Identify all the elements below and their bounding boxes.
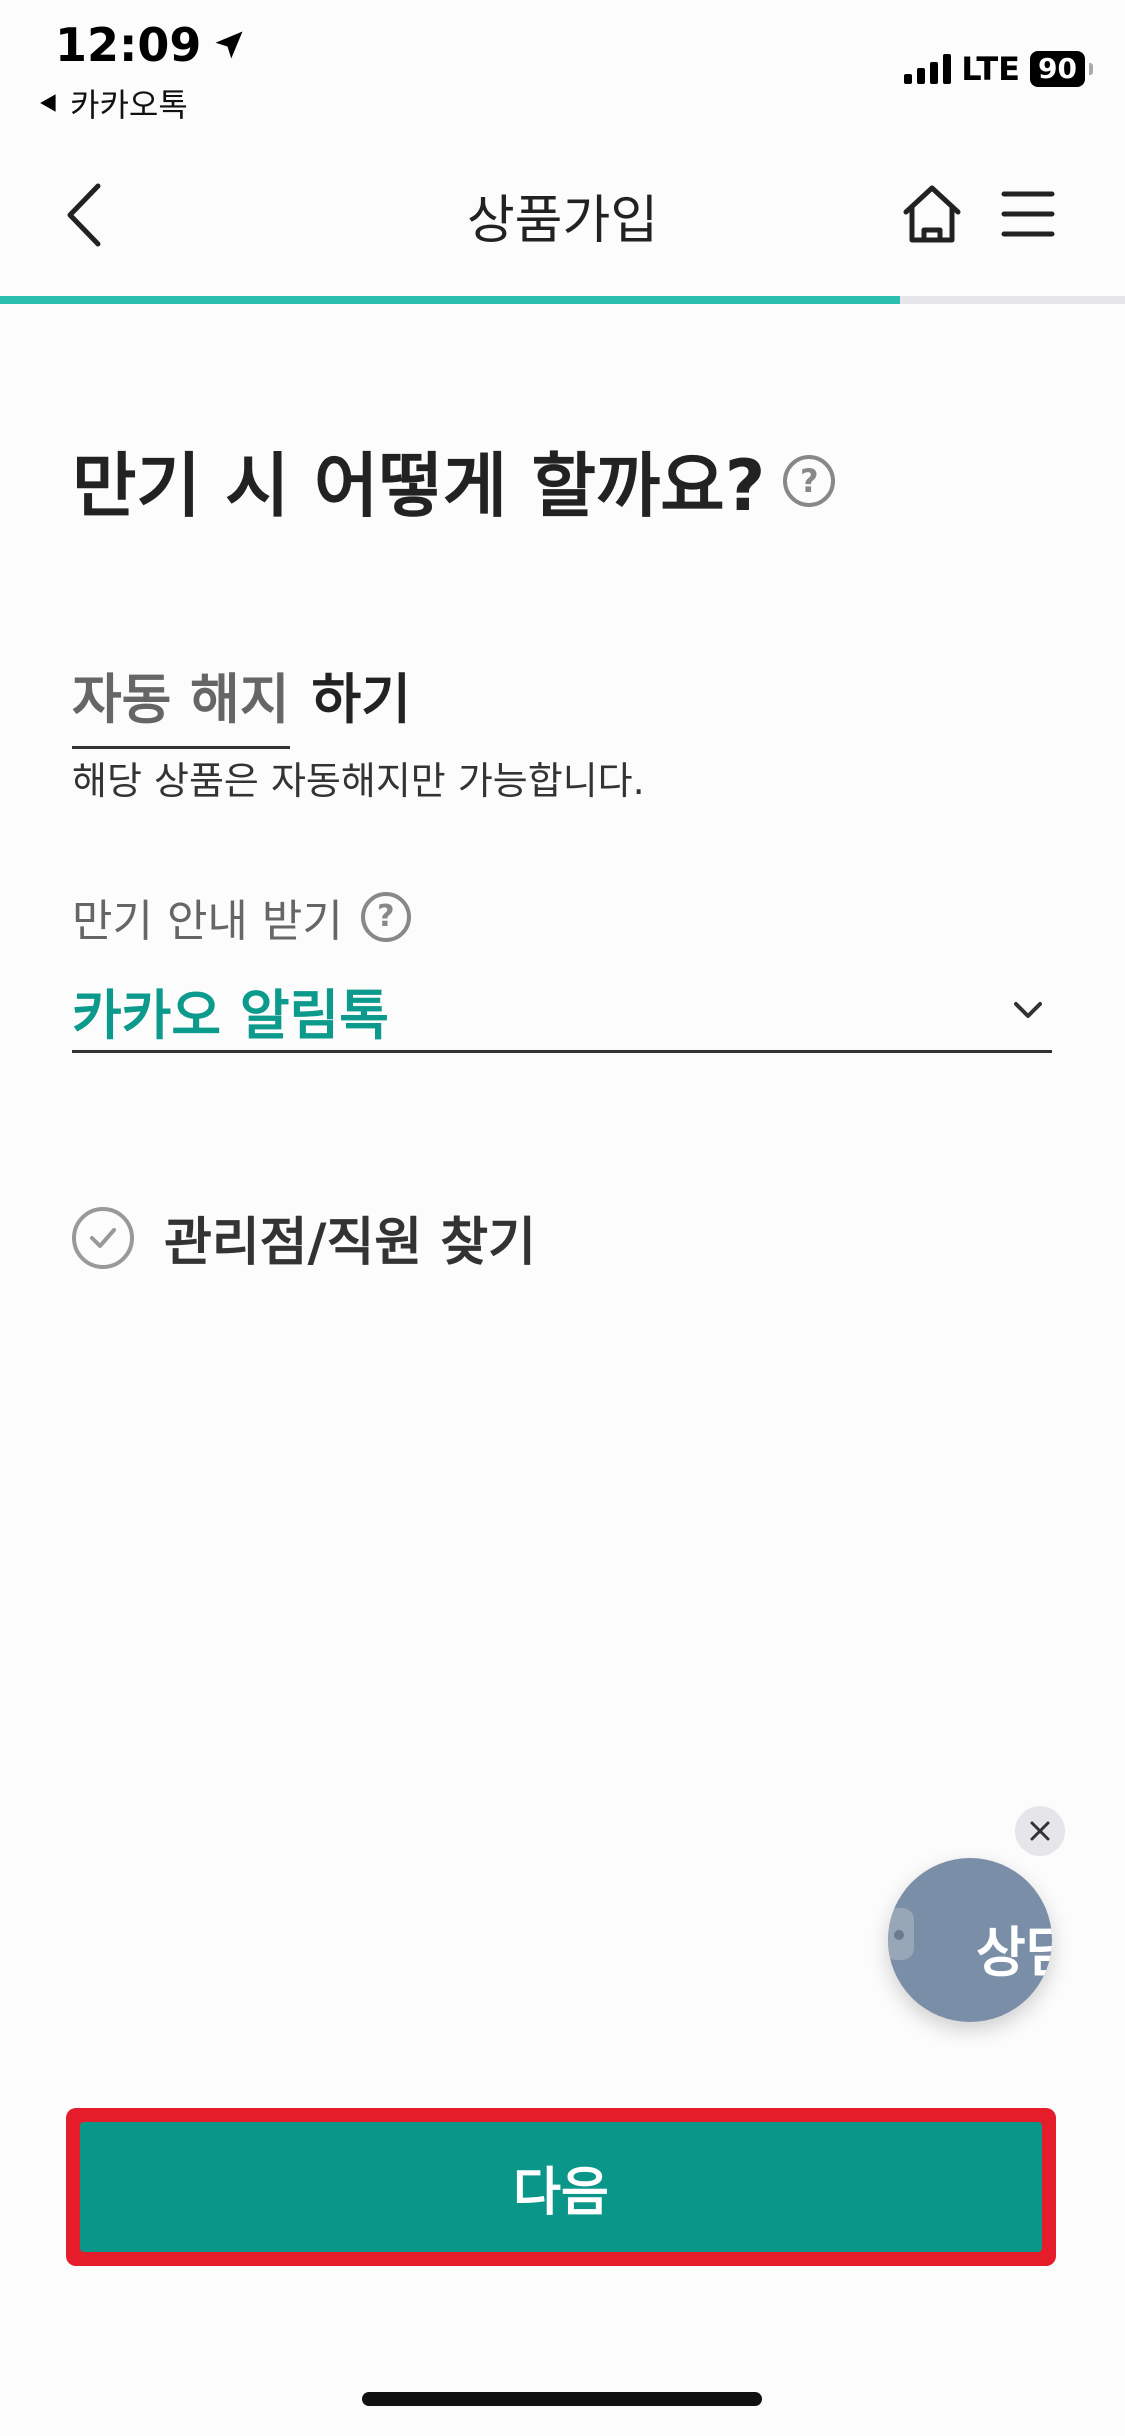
hamburger-menu-icon[interactable] (1000, 186, 1056, 242)
status-time: 12:09 (55, 18, 247, 72)
help-icon[interactable]: ? (360, 892, 411, 942)
close-icon (1030, 1821, 1050, 1841)
close-float-button[interactable] (1015, 1806, 1065, 1856)
network-type: LTE (961, 50, 1021, 88)
chat-consult-bubble[interactable]: 상담 (888, 1858, 1052, 2022)
next-button[interactable]: 다음 (80, 2122, 1042, 2252)
notice-label: 만기 안내 받기 ? (72, 885, 411, 949)
location-arrow-icon (215, 31, 243, 59)
maturity-note: 해당 상품은 자동해지만 가능합니다. (72, 759, 645, 803)
check-circle-icon (72, 1206, 134, 1269)
help-icon[interactable]: ? (783, 454, 836, 507)
home-indicator[interactable] (362, 2392, 762, 2406)
home-icon[interactable] (900, 182, 964, 246)
question-heading: 만기 시 어떻게 할까요? ? (72, 430, 836, 531)
triangle-left-icon (40, 94, 56, 112)
bubble-dot (894, 1930, 904, 1940)
progress-bar (0, 296, 900, 304)
notice-method-value: 카카오 알림톡 (72, 983, 389, 1047)
chevron-down-icon (1014, 1002, 1042, 1018)
back-to-app-link[interactable]: 카카오톡 (38, 80, 188, 126)
maturity-option-value: 자동 해지 (72, 655, 290, 749)
maturity-option: 자동 해지 하기 (72, 655, 411, 749)
chat-consult-label: 상담 (976, 1921, 1052, 1984)
battery-icon: 90 (1030, 51, 1093, 87)
find-manager-label: 관리점/직원 찾기 (164, 1213, 536, 1273)
signal-bars-icon (904, 54, 952, 84)
notice-method-select[interactable]: 카카오 알림톡 (72, 970, 1052, 1053)
question-text: 만기 시 어떻게 할까요? (72, 445, 766, 527)
find-manager-checkbox[interactable]: 관리점/직원 찾기 (72, 1200, 536, 1275)
notice-label-text: 만기 안내 받기 (72, 896, 343, 947)
status-indicators: LTE 90 (904, 50, 1093, 88)
maturity-option-suffix: 하기 (311, 668, 411, 731)
